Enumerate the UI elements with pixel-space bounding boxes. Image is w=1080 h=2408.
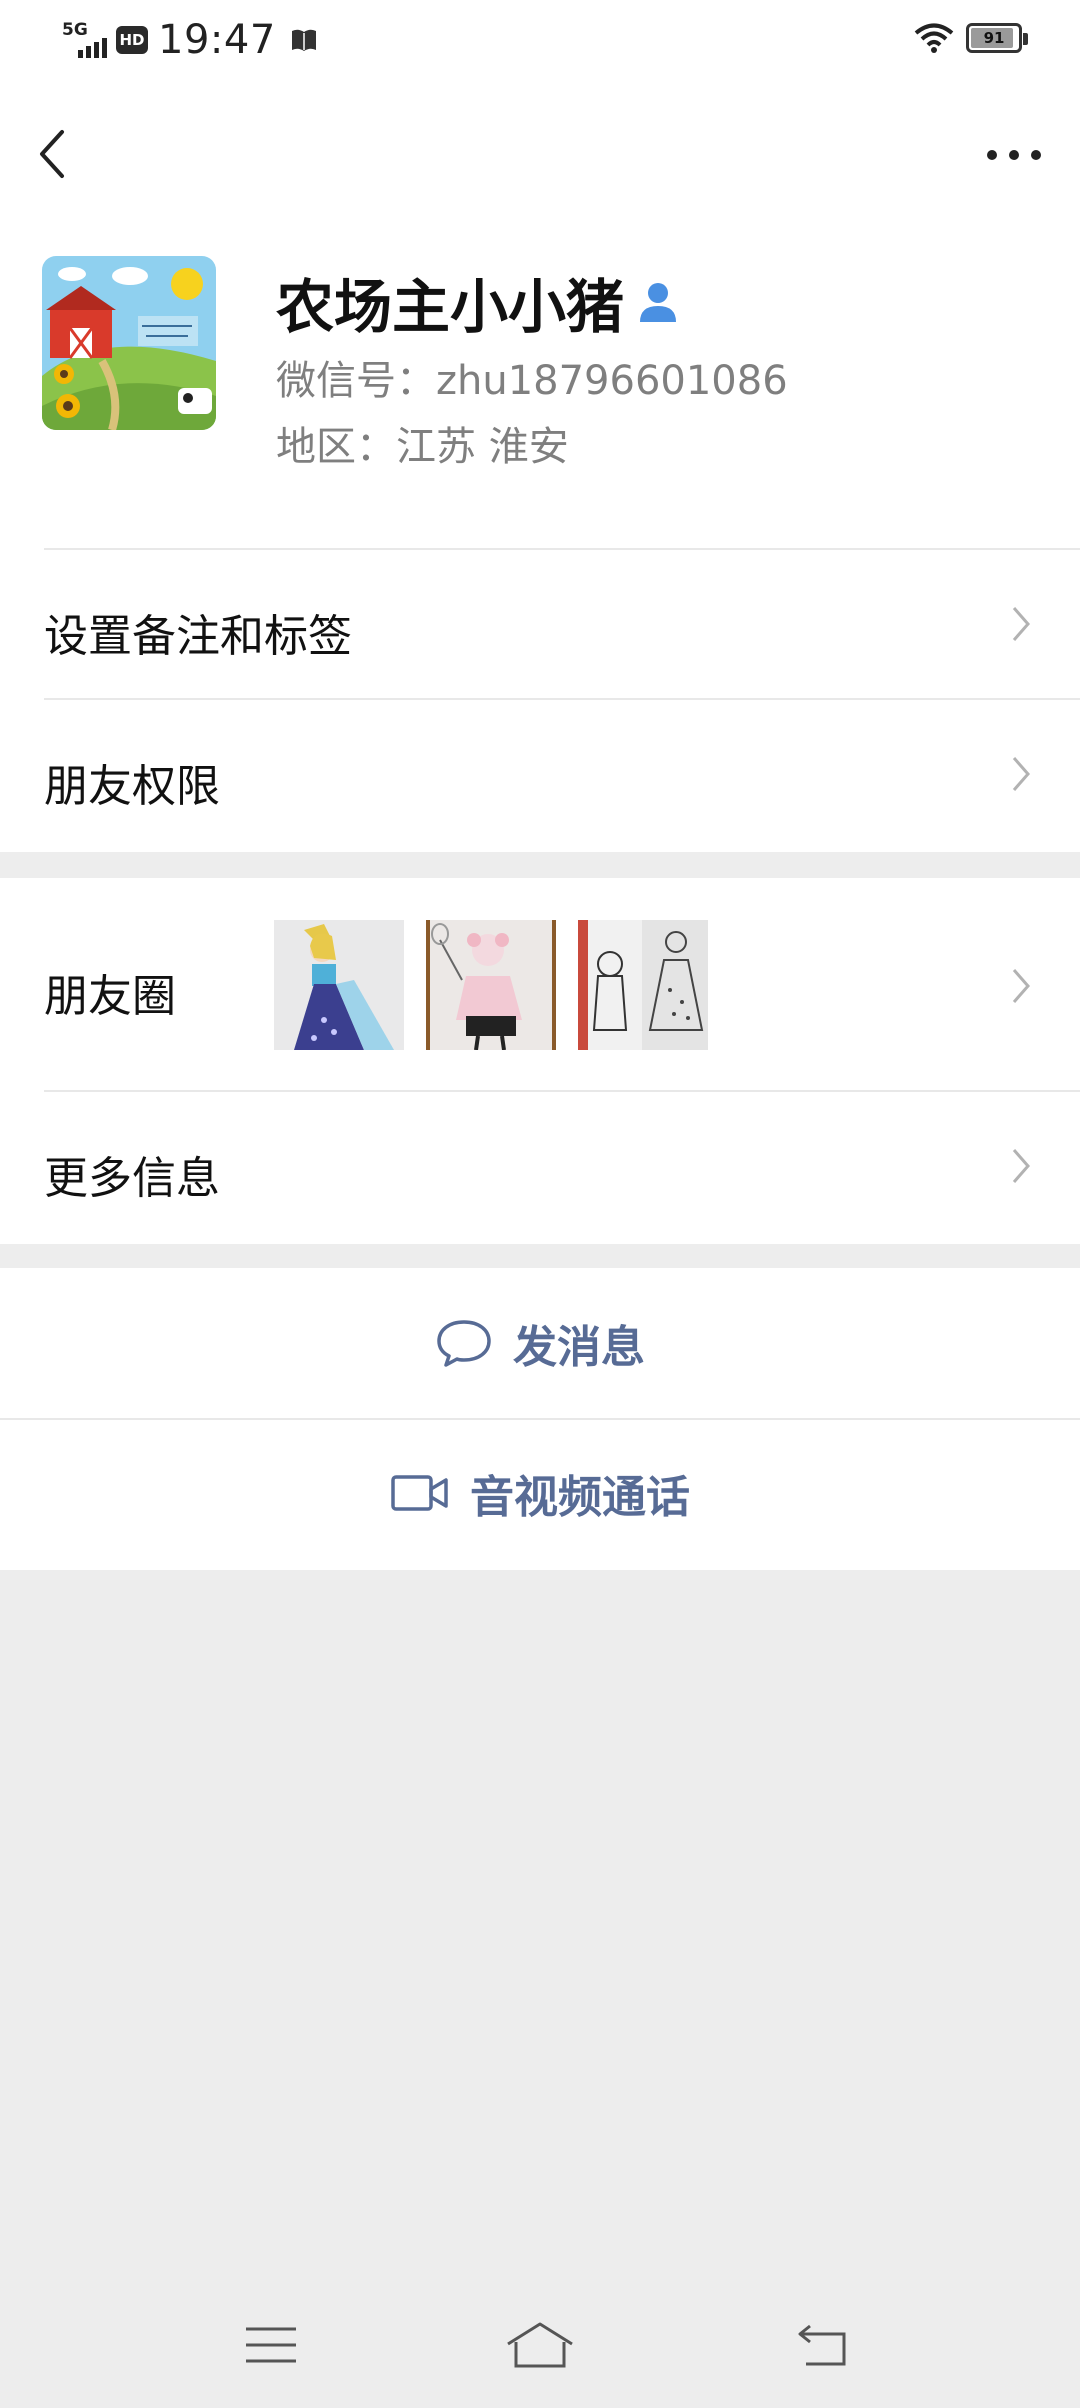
chevron-right-icon bbox=[1012, 757, 1030, 791]
book-icon bbox=[291, 29, 316, 51]
actions-group: 发消息 音视频通话 bbox=[0, 1268, 1080, 1570]
row-label: 设置备注和标签 bbox=[44, 611, 352, 662]
menu-icon[interactable] bbox=[244, 2324, 298, 2366]
battery-icon: 91 bbox=[966, 23, 1028, 53]
more-dots-icon[interactable] bbox=[984, 140, 1044, 170]
status-right: 91 bbox=[914, 22, 1028, 54]
battery-percent: 91 bbox=[983, 29, 1005, 47]
back-arrow-icon[interactable] bbox=[34, 124, 74, 184]
row-more-info[interactable]: 更多信息 bbox=[0, 1092, 1080, 1244]
person-icon bbox=[640, 283, 677, 322]
row-label: 朋友圈 bbox=[44, 971, 176, 1022]
video-call-label: 音视频通话 bbox=[470, 1472, 690, 1523]
chat-bubble-icon bbox=[437, 1320, 491, 1367]
status-left: 5G HD 19:47 bbox=[60, 14, 318, 66]
profile-header: 农场主小小猪 微信号：zhu18796601086 地区：江苏 淮安 bbox=[0, 220, 1080, 550]
settings-group: 设置备注和标签 朋友权限 bbox=[0, 550, 1080, 852]
moments-group: 朋友圈 更多信息 bbox=[0, 878, 1080, 1244]
status-time: 19:47 bbox=[158, 17, 276, 63]
nav-bar bbox=[0, 80, 1080, 220]
system-nav-bar bbox=[0, 2300, 1080, 2408]
name-row: 农场主小小猪 bbox=[276, 260, 678, 344]
row-moments[interactable]: 朋友圈 bbox=[0, 878, 1080, 1092]
signal-icon: 5G bbox=[60, 20, 110, 60]
wifi-icon bbox=[914, 23, 954, 53]
return-icon[interactable] bbox=[796, 2322, 850, 2368]
row-label: 更多信息 bbox=[44, 1153, 220, 1204]
moment-thumbnail bbox=[426, 920, 556, 1050]
row-remarks-tags[interactable]: 设置备注和标签 bbox=[0, 550, 1080, 700]
network-type: 5G bbox=[62, 20, 88, 40]
chevron-right-icon bbox=[1012, 1149, 1030, 1183]
send-message-button[interactable]: 发消息 bbox=[0, 1268, 1080, 1418]
video-camera-icon bbox=[391, 1475, 448, 1511]
moment-thumbnail bbox=[274, 920, 404, 1050]
chevron-right-icon bbox=[1012, 969, 1030, 1003]
moments-thumbnails bbox=[274, 920, 708, 1050]
hd-badge: HD bbox=[116, 26, 148, 54]
region: 地区：江苏 淮安 bbox=[276, 424, 569, 470]
chevron-right-icon bbox=[1012, 607, 1030, 641]
row-friend-permissions[interactable]: 朋友权限 bbox=[0, 700, 1080, 852]
row-label: 朋友权限 bbox=[44, 761, 220, 812]
home-icon[interactable] bbox=[504, 2320, 576, 2370]
avatar[interactable] bbox=[42, 256, 216, 430]
send-message-label: 发消息 bbox=[513, 1322, 645, 1373]
moment-thumbnail bbox=[578, 920, 708, 1050]
video-call-button[interactable]: 音视频通话 bbox=[0, 1418, 1080, 1568]
wechat-id: 微信号：zhu18796601086 bbox=[276, 358, 788, 404]
status-bar: 5G HD 19:47 91 bbox=[0, 0, 1080, 80]
profile-name: 农场主小小猪 bbox=[276, 273, 625, 341]
